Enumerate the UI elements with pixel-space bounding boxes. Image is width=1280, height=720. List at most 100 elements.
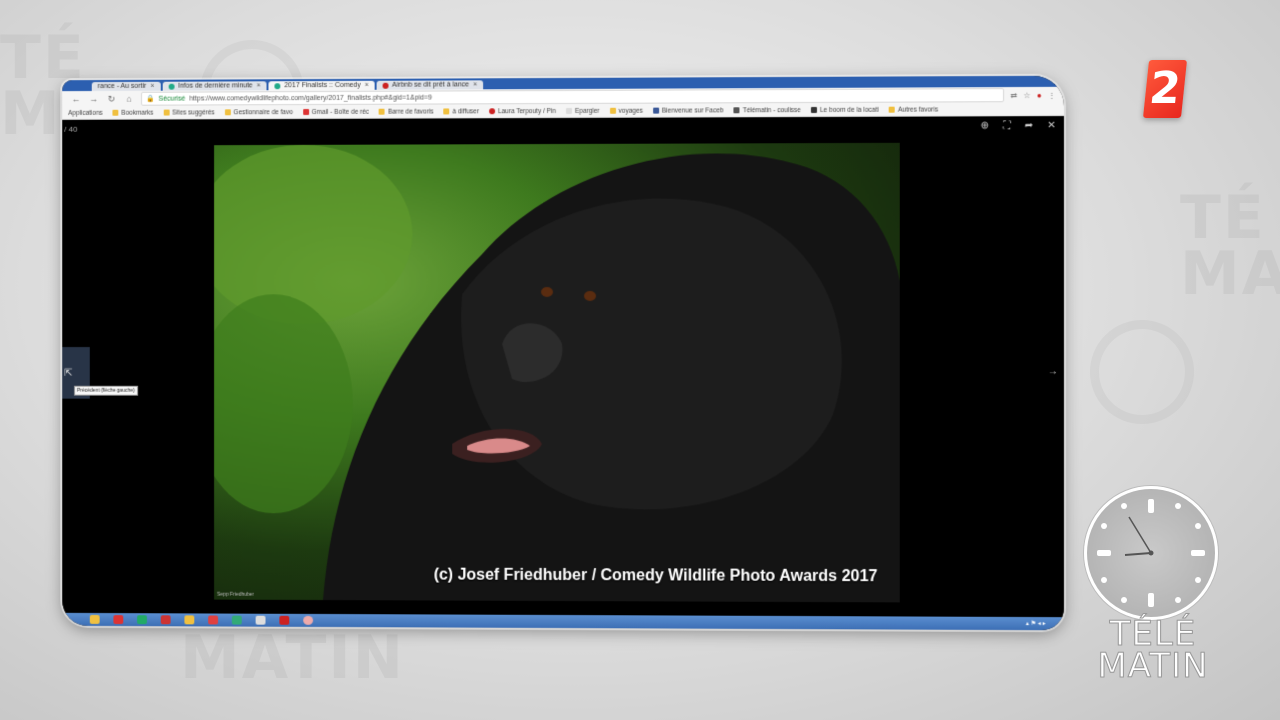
bookmark-label: Epargler: [575, 107, 600, 114]
bookmark-label: Bienvenue sur Faceb: [662, 107, 724, 114]
gmail-icon: [303, 109, 309, 115]
tab-close-icon[interactable]: ×: [473, 80, 477, 89]
bookmark-item[interactable]: Gestionnaire de favo: [225, 109, 293, 116]
tab-favicon: [275, 83, 281, 89]
clock-logo: [1084, 486, 1218, 620]
bookmark-item[interactable]: Epargler: [566, 107, 600, 114]
tab-label: rance - Au sortir: [98, 82, 147, 91]
bookmark-item[interactable]: Bookmarks: [113, 109, 154, 116]
bookmark-item[interactable]: Gmail - Boîte de réc: [303, 108, 369, 115]
clock-face-icon: [1087, 489, 1215, 617]
tab-close-icon[interactable]: ×: [365, 81, 369, 90]
menu-icon[interactable]: ⋮: [1048, 90, 1056, 99]
browser-tab[interactable]: rance - Au sortir ×: [92, 82, 161, 91]
bookmark-label: à diffuser: [452, 108, 479, 115]
browser-tab[interactable]: Airbnb se dit prêt à lance ×: [377, 80, 484, 89]
taskbar-app-icon[interactable]: [113, 615, 123, 624]
taskbar-app-icon[interactable]: [232, 616, 242, 625]
home-icon[interactable]: ⌂: [123, 94, 135, 104]
share-icon[interactable]: ➦: [1025, 120, 1034, 131]
tab-label: Infos de dernière minute: [178, 81, 253, 90]
bookmark-item[interactable]: voyages: [610, 107, 643, 114]
folder-icon: [379, 109, 385, 115]
background-ring: [1090, 320, 1194, 424]
system-tray: ▴ ⚑ ◂ ▸: [1026, 620, 1046, 627]
tab-favicon: [383, 82, 388, 88]
bookmark-label: Gestionnaire de favo: [233, 109, 292, 116]
secure-label: Sécurisé: [158, 95, 185, 102]
back-icon[interactable]: ←: [70, 94, 82, 104]
taskbar-app-icon[interactable]: [279, 616, 289, 625]
extension-icon[interactable]: ●: [1037, 90, 1042, 99]
bookmark-item[interactable]: Autres favoris: [889, 106, 938, 113]
bookmark-item[interactable]: Sites suggérés: [163, 109, 214, 116]
lock-icon: 🔒: [146, 95, 155, 103]
gorilla-photo: (c) Josef Friedhuber / Comedy Wildlife P…: [214, 143, 900, 603]
gorilla-illustration: [214, 143, 900, 603]
bookmark-label: Barre de favoris: [388, 108, 434, 115]
chrome-icon[interactable]: [303, 616, 313, 625]
bookmark-label: Sites suggérés: [172, 109, 214, 116]
background-watermark: MATIN: [180, 630, 405, 686]
bookmark-item[interactable]: Le boom de la locati: [811, 106, 879, 113]
bookmark-label: voyages: [619, 107, 643, 114]
browser-screen: rance - Au sortir × Infos de dernière mi…: [62, 76, 1064, 631]
facebook-icon: [653, 108, 659, 114]
tab-favicon: [168, 83, 174, 89]
bookmark-item[interactable]: Barre de favoris: [379, 108, 434, 115]
gallery-viewer: / 40 ⊕ ⛶ ➦ ✕ (c) Josef Friedhuber / Come…: [62, 117, 1064, 617]
bookmark-label: Gmail - Boîte de réc: [312, 108, 369, 115]
browser-tab-active[interactable]: 2017 Finalists :: Comedy ×: [269, 81, 375, 90]
taskbar-app-icon[interactable]: [256, 616, 266, 625]
star-icon: [225, 109, 231, 115]
background-watermark: TÉ MAT: [1180, 190, 1280, 302]
taskbar-app-icon[interactable]: [208, 615, 218, 624]
bookmark-item[interactable]: Télématin - coulisse: [734, 107, 801, 114]
toolbar-extensions: ⇄ ☆ ● ⋮: [1010, 90, 1055, 99]
taskbar-app-icon[interactable]: [90, 615, 100, 624]
page-icon: [566, 108, 572, 114]
folder-icon: [610, 108, 616, 114]
zoom-icon[interactable]: ⊕: [981, 120, 990, 131]
cursor-icon: ⇱: [64, 367, 72, 378]
bookmark-label: Laura Terpouty / Pin: [498, 108, 556, 115]
telematin-logo: TÉLÉ MATIN: [1088, 618, 1218, 682]
viewer-toolbar: ⊕ ⛶ ➦ ✕: [981, 120, 1056, 131]
forward-icon[interactable]: →: [88, 94, 100, 104]
taskbar-app-icon[interactable]: [137, 615, 147, 624]
photo-credit: Sepp Friedhuber: [217, 592, 254, 598]
tab-close-icon[interactable]: ×: [150, 82, 154, 91]
browser-tab[interactable]: Infos de dernière minute ×: [162, 81, 266, 90]
bookmark-label: Applications: [68, 109, 103, 116]
pinterest-icon: [489, 108, 495, 114]
bookmark-item[interactable]: Laura Terpouty / Pin: [489, 108, 556, 115]
tab-label: 2017 Finalists :: Comedy: [284, 81, 360, 90]
reload-icon[interactable]: ↻: [106, 93, 118, 104]
telematin-logo-line2: MATIN: [1088, 650, 1218, 682]
bookmark-item[interactable]: Bienvenue sur Faceb: [653, 107, 724, 114]
bookmark-item[interactable]: Applications: [68, 109, 103, 116]
taskbar-app-icon[interactable]: [161, 615, 171, 624]
taskbar-app-icon[interactable]: [184, 615, 194, 624]
france2-logo: 2: [1143, 60, 1187, 118]
star-icon[interactable]: ☆: [1023, 90, 1030, 99]
tab-close-icon[interactable]: ×: [257, 81, 261, 90]
translate-icon[interactable]: ⇄: [1010, 91, 1017, 100]
page-icon: [734, 107, 740, 113]
bookmark-label: Autres favoris: [898, 106, 938, 113]
fullscreen-icon[interactable]: ⛶: [1003, 120, 1010, 131]
previous-tooltip: Précédent (flèche gauche): [74, 386, 138, 396]
bookmark-item[interactable]: à diffuser: [444, 108, 479, 115]
folder-icon: [444, 108, 450, 114]
folder-icon: [889, 107, 895, 113]
bookmark-label: Bookmarks: [121, 109, 153, 116]
tab-label: Airbnb se dit prêt à lance: [392, 80, 469, 89]
photo-caption: (c) Josef Friedhuber / Comedy Wildlife P…: [434, 567, 878, 587]
next-arrow-icon[interactable]: →: [1048, 366, 1058, 377]
star-icon: [113, 110, 119, 116]
bookmark-label: Le boom de la locati: [820, 106, 879, 113]
url-text: https://www.comedywildlifephoto.com/gall…: [189, 94, 432, 102]
folder-icon: [163, 110, 169, 116]
page-icon: [811, 107, 817, 113]
close-icon[interactable]: ✕: [1047, 120, 1056, 131]
